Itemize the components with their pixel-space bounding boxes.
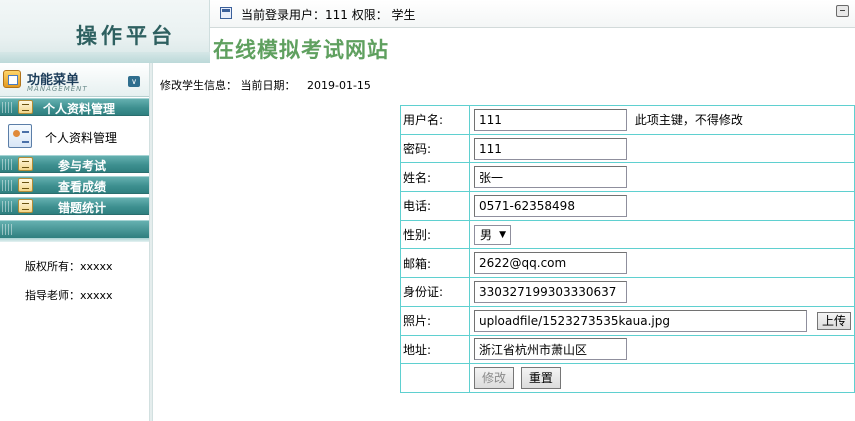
password-label: 密码: <box>400 133 470 164</box>
name-field[interactable] <box>474 166 627 189</box>
top-bar: 当前登录用户：111 权限： 学生 <box>210 0 855 28</box>
sidebar-section-scores[interactable]: 查看成绩 <box>0 176 149 194</box>
phone-label: 电话: <box>400 191 470 221</box>
id-card-cell <box>469 277 855 307</box>
actions-label-cell <box>400 363 470 393</box>
gender-select[interactable]: 男 ▼ <box>474 224 511 245</box>
header: 操作平台 当前登录用户：111 权限： 学生 在线模拟考试网站 <box>0 0 855 63</box>
form-row-name: 姓名: <box>400 162 855 193</box>
reset-button[interactable]: 重置 <box>520 367 561 390</box>
id-card-field[interactable] <box>474 280 627 303</box>
sidebar-section-errors[interactable]: 错题统计 <box>0 197 149 215</box>
address-label: 地址: <box>400 334 470 365</box>
menu-footer <box>0 220 149 242</box>
sidebar-section-profile[interactable]: 个人资料管理 <box>0 98 149 116</box>
sidebar-splitter[interactable] <box>149 63 153 421</box>
form-row-actions: 修改 重置 <box>400 363 855 393</box>
grip-icon <box>2 180 14 191</box>
grip-icon <box>2 102 14 113</box>
username-cell: 此项主键，不得修改 <box>469 105 855 135</box>
notepad-icon <box>18 157 33 171</box>
actions-cell: 修改 重置 <box>469 363 855 393</box>
address-field[interactable] <box>474 338 627 361</box>
sidebar-section-label: 参与考试 <box>58 159 107 173</box>
dropdown-arrow-icon: ▼ <box>499 229 506 240</box>
sidebar: 功能菜单 MANAGEMENT ∨ 个人资料管理 个人资料管理 参与考试 查看成… <box>0 63 149 421</box>
window-icon <box>220 7 232 19</box>
email-field[interactable] <box>474 252 627 275</box>
platform-logo: 操作平台 <box>76 23 176 48</box>
address-cell <box>469 334 855 365</box>
grip-icon <box>2 224 14 235</box>
grip-icon <box>2 159 14 170</box>
form-row-gender: 性别: 男 ▼ <box>400 219 855 250</box>
notepad-icon <box>18 199 33 213</box>
sidebar-item-label: 个人资料管理 <box>45 131 118 145</box>
gender-label: 性别: <box>400 219 470 250</box>
profile-card-icon <box>8 124 32 148</box>
sidebar-section-exam[interactable]: 参与考试 <box>0 155 149 173</box>
sidebar-section-label: 个人资料管理 <box>43 102 116 116</box>
breadcrumb: 修改学生信息： 当前日期： 2019-01-15 <box>160 77 371 93</box>
photo-label: 照片: <box>400 305 470 336</box>
menu-subtitle: MANAGEMENT <box>27 85 88 93</box>
menu-footer-edge <box>0 238 149 242</box>
upload-button[interactable]: 上传 <box>817 311 851 330</box>
username-label: 用户名: <box>400 105 470 135</box>
copyright-text: 版权所有：xxxxx <box>25 260 113 273</box>
username-field[interactable] <box>474 108 627 131</box>
form-row-id: 身份证: <box>400 277 855 307</box>
phone-field[interactable] <box>474 194 627 217</box>
logo-panel: 操作平台 <box>0 0 210 63</box>
phone-cell <box>469 191 855 221</box>
notepad-icon <box>18 178 33 192</box>
date-label: 当前日期： <box>240 79 296 92</box>
form-row-address: 地址: <box>400 334 855 365</box>
current-date: 2019-01-15 <box>307 79 371 92</box>
name-cell <box>469 162 855 193</box>
logo-panel-edge <box>0 52 210 63</box>
form-row-photo: 照片: 上传 <box>400 305 855 336</box>
sidebar-item-profile[interactable]: 个人资料管理 <box>0 119 149 155</box>
user-info: 当前登录用户：111 权限： 学生 <box>241 8 416 22</box>
form-row-email: 邮箱: <box>400 248 855 279</box>
submit-button[interactable]: 修改 <box>474 367 514 390</box>
collapse-icon[interactable]: ∨ <box>128 76 140 87</box>
password-cell <box>469 133 855 164</box>
minimize-icon[interactable] <box>836 5 849 17</box>
form-row-username: 用户名: 此项主键，不得修改 <box>400 105 855 135</box>
breadcrumb-title: 修改学生信息： <box>160 79 237 92</box>
email-cell <box>469 248 855 279</box>
form-row-phone: 电话: <box>400 191 855 221</box>
advisor-text: 指导老师：xxxxx <box>25 289 113 302</box>
student-info-form: 用户名: 此项主键，不得修改 密码: 姓名: 电话: 性别: 男 ▼ 邮 <box>400 105 855 393</box>
menu-icon <box>3 70 21 88</box>
grip-icon <box>2 201 14 212</box>
gender-selected-value: 男 <box>480 227 493 242</box>
sidebar-section-label: 错题统计 <box>58 201 107 215</box>
notepad-icon <box>18 100 33 114</box>
photo-path-field[interactable] <box>474 309 807 332</box>
site-title: 在线模拟考试网站 <box>213 37 389 62</box>
sidebar-section-label: 查看成绩 <box>58 180 107 194</box>
form-row-password: 密码: <box>400 133 855 164</box>
email-label: 邮箱: <box>400 248 470 279</box>
username-note: 此项主键，不得修改 <box>634 112 743 127</box>
photo-cell: 上传 <box>469 305 855 336</box>
name-label: 姓名: <box>400 162 470 193</box>
password-field[interactable] <box>474 137 627 160</box>
menu-header: 功能菜单 MANAGEMENT ∨ <box>0 63 149 97</box>
id-card-label: 身份证: <box>400 277 470 307</box>
gender-cell: 男 ▼ <box>469 219 855 250</box>
